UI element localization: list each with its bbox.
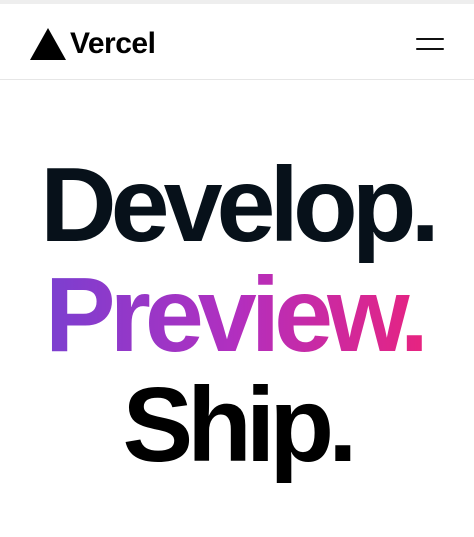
hamburger-menu-icon[interactable] — [414, 32, 446, 56]
vercel-logo-link[interactable]: Vercel — [30, 26, 156, 62]
hero-line-develop: Develop. — [40, 146, 440, 264]
vercel-triangle-icon — [30, 28, 66, 60]
site-header: Vercel — [0, 4, 474, 80]
logo-text: Vercel — [70, 27, 156, 60]
hero-line-preview-wrap: Preview. — [0, 260, 474, 370]
hero-heading: Develop. Preview. Ship. — [0, 150, 474, 480]
menu-bar-bottom — [416, 48, 444, 50]
hero-line-preview: Preview. — [45, 260, 429, 370]
hero-line-ship: Ship. — [122, 366, 357, 484]
menu-bar-top — [416, 38, 444, 40]
